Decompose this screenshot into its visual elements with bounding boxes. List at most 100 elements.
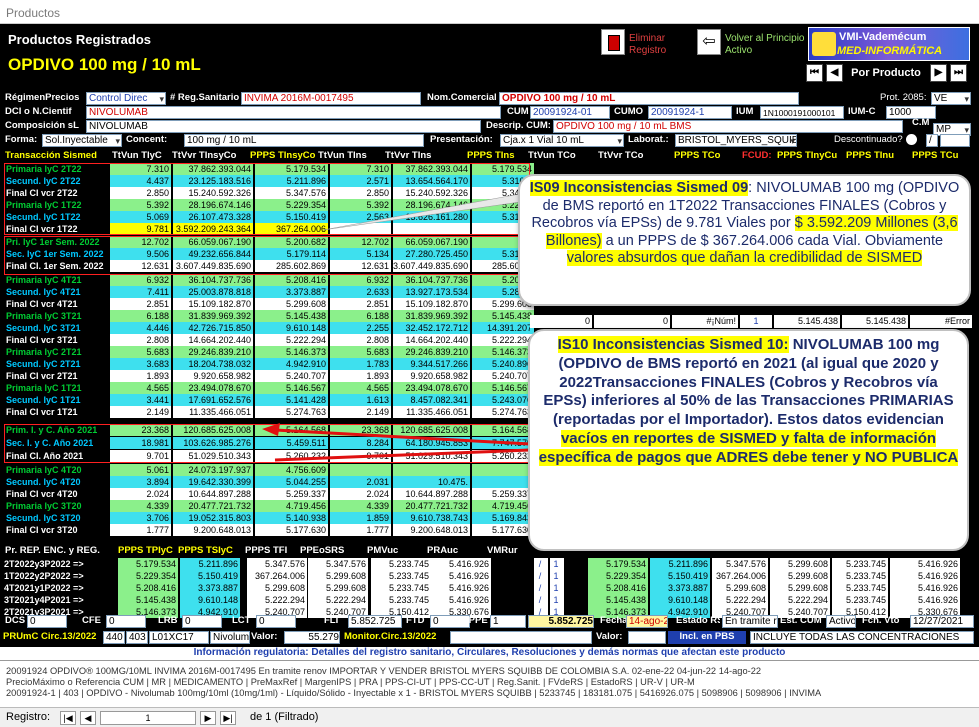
record-of: de 1 (Filtrado) [250,711,319,723]
bottom-cell: 367.264.006 [247,570,307,582]
status2-incl: Incl. en PBS [668,631,746,644]
bottom-cell-right: 5.416.926 [890,570,960,582]
status-fch-v[interactable]: 12/27/2021 [910,615,974,628]
bottom-cell-right: 5.145.438 [588,594,648,606]
status-lrb: LRB [158,615,178,626]
bhdr-1: PPPS TPIyC [118,545,173,556]
status2-incl-v[interactable]: INCLUYE TODAS LAS CONCENTRACIONES [750,631,974,644]
arrow-is10-a [274,428,531,446]
status-dcs-v[interactable]: 0 [27,615,67,628]
status-cfe-v[interactable]: 0 [106,615,146,628]
bottom-cell: 5.211.896 [180,558,240,570]
bhdr-3: PPPS TFI [245,545,288,556]
bottom-cell-right: 5.416.926 [890,558,960,570]
callout-is10-title: IS10 Inconsistencias Sismed 10: [557,336,789,353]
status-fli: FLI [324,615,339,626]
bottom-cell: 5.233.745 [371,570,431,582]
bottom-cell-right: 5.179.534 [588,558,648,570]
status-est-cum: Est. CUM [780,615,822,626]
bottom-cell-right: 5.233.745 [832,570,888,582]
record-current[interactable]: 1 [100,711,196,725]
status-cfe: CFE [82,615,101,626]
status-estado-v[interactable]: En tramite renov [722,615,778,628]
status2-valor-v[interactable]: 55.279 [284,631,340,644]
regulatory-info-bar[interactable]: Información regulatoria: Detalles del re… [0,647,979,660]
arrow-is10-a-head [262,423,280,436]
status2-p1[interactable]: 440 [103,631,125,644]
status2-prumc: PRUmC Circ.13/2022 [3,631,97,642]
bottom-cell: 5.416.926 [431,570,491,582]
status2-p4[interactable]: Nivolum [210,631,250,644]
status2-valor2: Valor: [596,631,623,642]
bottom-cell-right: 5.416.926 [890,594,960,606]
status2-p2[interactable]: 403 [126,631,148,644]
bottom-cell-right: 1 [550,582,564,594]
callout-is10: IS10 Inconsistencias Sismed 10: NIVOLUMA… [528,329,969,551]
bottom-cell-right: 5.299.608 [712,582,768,594]
bottom-cell: 5.229.354 [118,570,178,582]
status-val[interactable]: 5.852.725 [528,615,594,628]
status2-monitor: Monitor.Circ.13/2022 [344,631,437,642]
status2-valor: Valor: [251,631,278,642]
bottom-cell-right: 5.222.294 [712,594,768,606]
bottom-cell-right: 5.299.608 [770,570,830,582]
footer-line2: PrecioMáximo o Referencia CUM | MR | MED… [6,677,695,687]
callout-is09-hl2: valores absurdos que dañan la credibilid… [566,250,923,266]
bhdr-2: PPPS TSIyC [178,545,233,556]
bottom-cell-right: 5.208.416 [588,582,648,594]
bottom-row-label: 3T2021y4P2021 => [4,595,84,605]
status2-p3[interactable]: L01XC17 [149,631,209,644]
bottom-row: 4T2021y1P2022 => 5.208.416 3.373.887 5.299.… [4,582,976,594]
bottom-cell-right: 5.222.294 [770,594,830,606]
bottom-cell: 9.610.148 [180,594,240,606]
valor2-field[interactable] [628,631,666,644]
first-icon[interactable]: |◀ [60,711,76,725]
status-fecha: Fecha [600,615,626,626]
status-lct: LCT [232,615,251,626]
status-fecha-v[interactable]: 14-ago-22 [626,615,668,628]
bottom-row: 2T2022y3P2022 => 5.179.534 5.211.896 5.347.… [4,558,976,570]
window-title: Productos [0,0,979,24]
bhdr-5: PMVuc [367,545,399,556]
status-estado: Estado RS [676,615,720,626]
bottom-cell: 5.222.294 [247,594,307,606]
bottom-cell: 5.299.608 [247,582,307,594]
bhdr-0: Pr. REP. ENC. y REG. [5,545,100,556]
bottom-row: 3T2021y4P2021 => 5.145.438 9.610.148 5.222.… [4,594,976,606]
status-fli-v[interactable]: 5.852.725 [348,615,402,628]
bottom-row-label: 1T2022y2P2022 => [4,571,84,581]
bottom-cell-right: 5.233.745 [832,558,888,570]
next-icon[interactable]: ▶ [200,711,216,725]
status-ftd: FTD [406,615,425,626]
bottom-cell: 5.145.438 [118,594,178,606]
monitor-field[interactable] [450,631,592,644]
status-est-cum_v[interactable]: Activo [826,615,856,628]
bottom-cell: 5.416.926 [431,594,491,606]
last-icon[interactable]: ▶| [220,711,236,725]
status-dcs: DCS [5,615,25,626]
bottom-cell-right: 5.299.608 [770,582,830,594]
bottom-cell: 5.179.534 [118,558,178,570]
bottom-cell-right: 9.610.148 [650,594,710,606]
status-lct-v[interactable]: 0 [256,615,296,628]
bottom-cell-right: 5.416.926 [890,582,960,594]
callout-is10-hl1: vacíos en reportes de SISMED y falta de … [538,429,959,466]
prev-icon[interactable]: ◀ [80,711,96,725]
bottom-row-label: 2T2022y3P2022 => [4,559,84,569]
bottom-cell: 5.233.745 [371,594,431,606]
status-fcppe-v[interactable]: 1 [490,615,526,628]
bottom-cell-right: 3.373.887 [650,582,710,594]
bottom-cell: 5.416.926 [431,558,491,570]
bottom-cell-right: 1 [550,570,564,582]
status-fch: Fch. Vto [862,615,900,626]
bottom-cell: 5.299.608 [308,582,368,594]
bottom-cell-right: / [534,570,548,582]
bottom-cell-right: 1 [550,594,564,606]
bottom-cell-right: 5.229.354 [588,570,648,582]
bottom-cell-right: 5.150.419 [650,570,710,582]
bhdr-6: PRAuc [427,545,459,556]
bhdr-7: VMRur [487,545,518,556]
bottom-cell: 5.208.416 [118,582,178,594]
status-lrb-v[interactable]: 0 [182,615,222,628]
footer-line1: 20091924 OPDIVO® 100MG/10ML INVIMA 2016M… [6,666,762,676]
